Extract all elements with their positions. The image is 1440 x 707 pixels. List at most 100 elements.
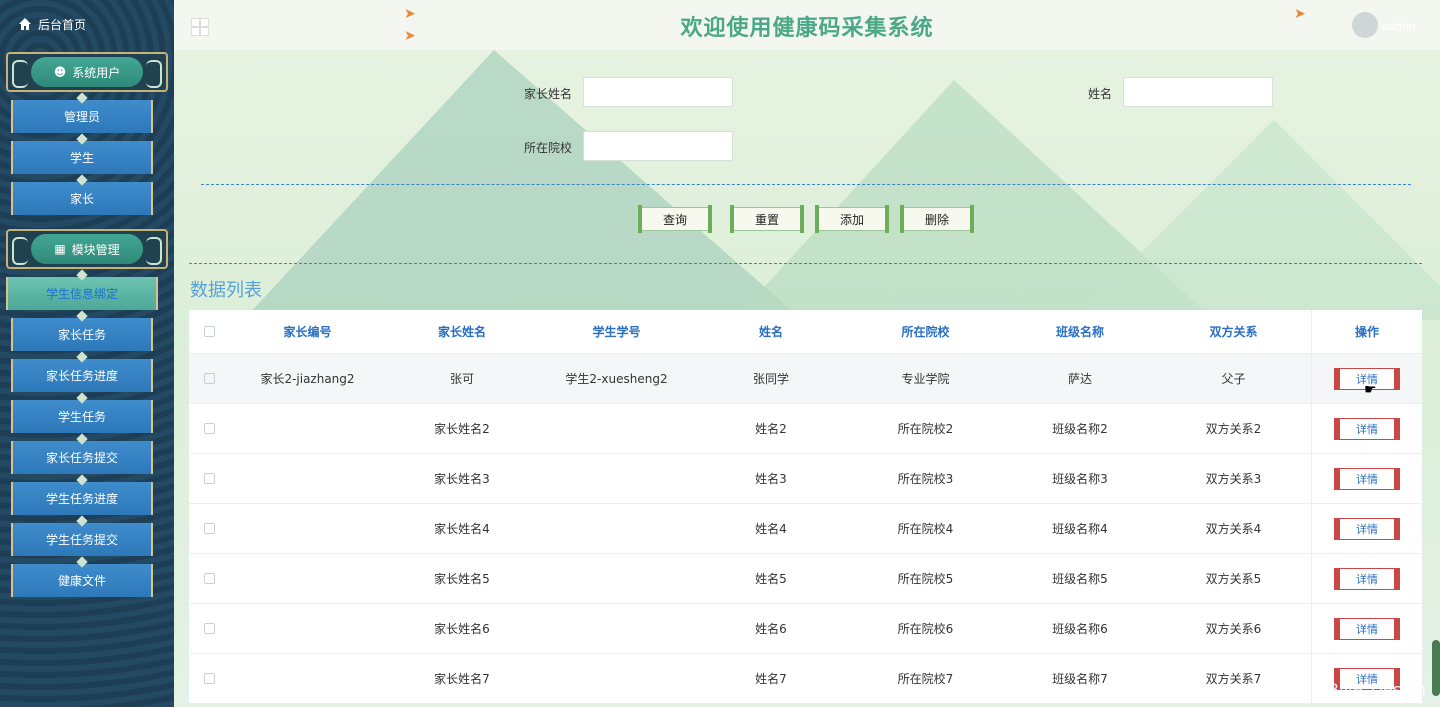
detail-button[interactable]: 详情 — [1334, 617, 1400, 640]
sidebar-item-admin[interactable]: 管理员 — [11, 100, 153, 133]
table-cell: 双方关系5 — [1205, 572, 1262, 586]
query-button[interactable]: 查询 — [638, 205, 712, 233]
table-cell: 姓名4 — [755, 522, 787, 536]
add-button[interactable]: 添加 — [815, 205, 889, 233]
scrollbar[interactable] — [1432, 640, 1440, 696]
page-title: 欢迎使用健康码采集系统 — [680, 16, 934, 41]
column-header[interactable]: 双方关系 — [1156, 323, 1311, 340]
table-cell: 家长姓名7 — [434, 672, 490, 686]
column-header[interactable]: 学生学号 — [538, 323, 695, 340]
detail-button[interactable]: 详情 — [1334, 567, 1400, 590]
table-header: 家长编号 家长姓名 学生学号 姓名 所在院校 班级名称 双方关系 操作 — [189, 310, 1422, 354]
table-cell: 班级名称3 — [1052, 472, 1108, 486]
column-header[interactable]: 姓名 — [695, 323, 847, 340]
table-cell: 所在院校4 — [897, 522, 954, 536]
table-row[interactable]: 家长姓名4 姓名4 所在院校4 班级名称4 双方关系4 详情 — [189, 504, 1422, 554]
row-checkbox[interactable] — [203, 373, 215, 384]
sidebar-item-student-task[interactable]: 学生任务 — [11, 400, 153, 433]
table-cell: 双方关系6 — [1205, 622, 1262, 636]
row-checkbox[interactable] — [203, 423, 215, 434]
column-header[interactable]: 家长编号 — [229, 323, 386, 340]
home-icon — [19, 18, 31, 30]
detail-button[interactable]: 详情 — [1334, 517, 1400, 540]
sidebar-item-student-task-progress[interactable]: 学生任务进度 — [11, 482, 153, 515]
sidebar: 后台首页 ☻ 系统用户 管理员 学生 家长 ▦ 模块管理 学生信息绑定 家长任务 家… — [0, 0, 174, 707]
table-cell: 家长姓名5 — [434, 572, 490, 586]
reset-button[interactable]: 重置 — [730, 205, 804, 233]
table-cell: 家长姓名2 — [434, 422, 490, 436]
group-title: 模块管理 — [71, 242, 120, 257]
school-input[interactable] — [583, 131, 733, 161]
row-checkbox[interactable] — [203, 523, 215, 534]
group-system-users[interactable]: ☻ 系统用户 — [6, 52, 168, 92]
column-header[interactable]: 所在院校 — [847, 323, 1004, 340]
table-row[interactable]: 家长姓名5 姓名5 所在院校5 班级名称5 双方关系5 详情 — [189, 554, 1422, 604]
group-title: 系统用户 — [72, 65, 121, 80]
table-cell: 所在院校7 — [897, 672, 954, 686]
table-row[interactable]: 家长2-jiazhang2 张可 学生2-xuesheng2 张同学 专业学院 萨达 父子详… — [189, 354, 1422, 404]
name-label: 姓名 — [1088, 87, 1113, 101]
sidebar-item-health-file[interactable]: 健康文件 — [11, 564, 153, 597]
table-cell: 张同学 — [752, 372, 789, 386]
row-checkbox[interactable] — [203, 473, 215, 484]
table-cell: 家长姓名3 — [434, 472, 490, 486]
sidebar-item-parent-task-progress[interactable]: 家长任务进度 — [11, 359, 153, 392]
table-cell: 所在院校3 — [897, 472, 954, 486]
table-cell: 班级名称7 — [1052, 672, 1108, 686]
detail-button[interactable]: 详情 — [1334, 417, 1400, 440]
table-cell: 班级名称5 — [1052, 572, 1108, 586]
group-module-management[interactable]: ▦ 模块管理 — [6, 229, 168, 269]
divider — [201, 184, 1411, 185]
list-title: 数据列表 — [190, 280, 262, 301]
row-checkbox[interactable] — [203, 673, 215, 684]
sidebar-item-student-binding[interactable]: 学生信息绑定 — [6, 277, 158, 310]
table-cell: 父子 — [1221, 372, 1246, 386]
table-cell: 姓名2 — [755, 422, 787, 436]
table-cell: 所在院校2 — [897, 422, 954, 436]
select-all-checkbox[interactable] — [203, 326, 215, 337]
table-cell: 家长姓名4 — [434, 522, 490, 536]
name-input[interactable] — [1123, 77, 1273, 107]
sidebar-item-parent-task-submit[interactable]: 家长任务提交 — [11, 441, 153, 474]
table-cell: 张可 — [449, 372, 474, 386]
avatar[interactable] — [1352, 12, 1378, 38]
sidebar-item-student-task-submit[interactable]: 学生任务提交 — [11, 523, 153, 556]
column-header[interactable]: 家长姓名 — [386, 323, 538, 340]
row-checkbox[interactable] — [203, 623, 215, 634]
top-bar: ➤ ➤ ➤ 欢迎使用健康码采集系统 admin — [174, 0, 1440, 50]
table-cell: 所在院校5 — [897, 572, 954, 586]
table-cell: 班级名称6 — [1052, 622, 1108, 636]
mouse-cursor: ☛ — [1364, 382, 1377, 398]
home-link[interactable]: 后台首页 — [0, 0, 174, 48]
row-checkbox[interactable] — [203, 573, 215, 584]
sidebar-item-student[interactable]: 学生 — [11, 141, 153, 174]
data-table: 家长编号 家长姓名 学生学号 姓名 所在院校 班级名称 双方关系 操作 家长2-… — [189, 310, 1422, 704]
table-cell: 姓名6 — [755, 622, 787, 636]
school-label: 所在院校 — [524, 141, 573, 155]
table-cell: 所在院校6 — [897, 622, 954, 636]
watermark: CSDN @vx1_Biye_Design — [1224, 680, 1426, 699]
table-cell: 双方关系4 — [1205, 522, 1262, 536]
column-header[interactable]: 班级名称 — [1004, 323, 1156, 340]
table-cell: 姓名3 — [755, 472, 787, 486]
table-cell: 双方关系2 — [1205, 422, 1262, 436]
detail-button[interactable]: 详情 — [1334, 467, 1400, 490]
home-label: 后台首页 — [38, 17, 87, 32]
table-cell: 姓名5 — [755, 572, 787, 586]
background-mountain — [1074, 120, 1440, 320]
table-cell: 萨达 — [1067, 372, 1092, 386]
table-cell: 家长姓名6 — [434, 622, 490, 636]
main-content: ➤ ➤ ➤ 欢迎使用健康码采集系统 admin 家长姓名 姓名 所在院校 查询 … — [174, 0, 1440, 707]
table-cell: 双方关系3 — [1205, 472, 1262, 486]
table-cell: 姓名7 — [755, 672, 787, 686]
delete-button[interactable]: 删除 — [900, 205, 974, 233]
table-row[interactable]: 家长姓名3 姓名3 所在院校3 班级名称3 双方关系3 详情 — [189, 454, 1422, 504]
table-row[interactable]: 家长姓名2 姓名2 所在院校2 班级名称2 双方关系2 详情 — [189, 404, 1422, 454]
parent-name-label: 家长姓名 — [524, 87, 573, 101]
sidebar-item-parent-task[interactable]: 家长任务 — [11, 318, 153, 351]
user-icon: ☻ — [53, 65, 67, 79]
parent-name-input[interactable] — [583, 77, 733, 107]
table-row[interactable]: 家长姓名6 姓名6 所在院校6 班级名称6 双方关系6 详情 — [189, 604, 1422, 654]
sidebar-item-parent[interactable]: 家长 — [11, 182, 153, 215]
username[interactable]: admin — [1382, 20, 1416, 33]
